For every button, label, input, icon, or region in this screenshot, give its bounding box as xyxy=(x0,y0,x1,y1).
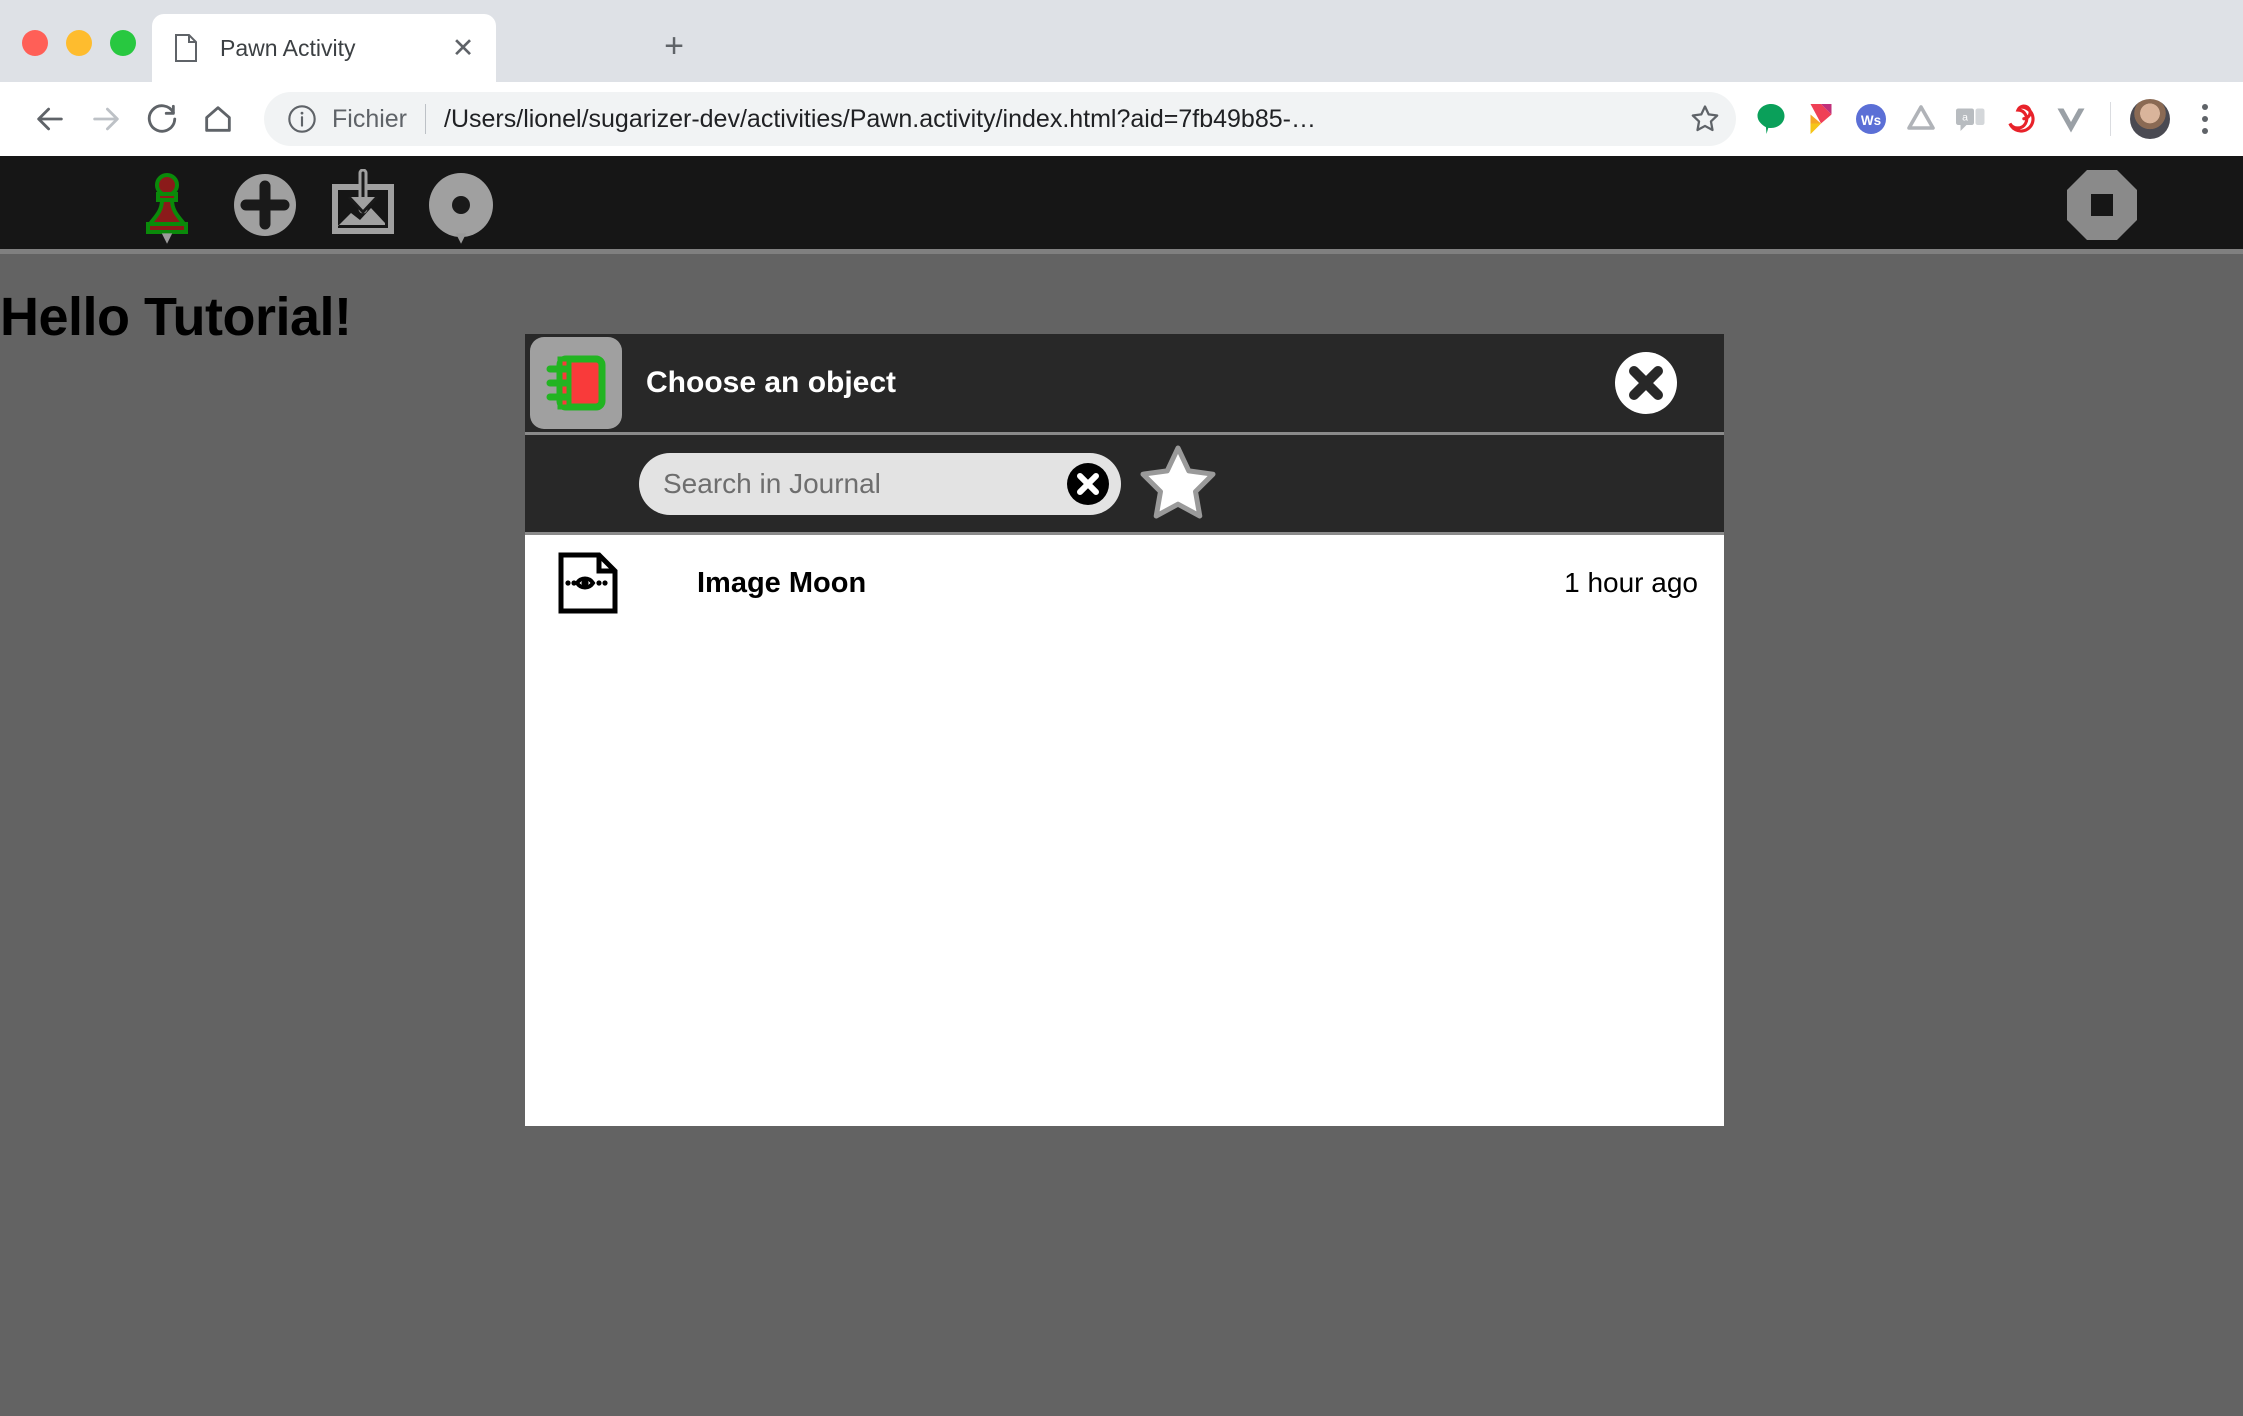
red-spiral-extension-icon[interactable] xyxy=(1996,94,2046,144)
sugar-activity-toolbar: ▾ ▾ xyxy=(0,156,2243,254)
add-item-icon[interactable] xyxy=(216,156,314,254)
journal-icon xyxy=(530,337,622,429)
browser-tab-title: Pawn Activity xyxy=(220,34,356,61)
pocket-extension-icon[interactable] xyxy=(1796,94,1846,144)
dialog-search-bar xyxy=(525,435,1724,535)
window-traffic-lights xyxy=(22,30,136,56)
activity-canvas: Hello Tutorial! Choose an object Search … xyxy=(0,254,2243,1416)
object-timestamp: 1 hour ago xyxy=(1564,567,1698,598)
tab-close-icon[interactable]: ✕ xyxy=(446,31,480,65)
grammar-chat-extension-icon[interactable]: a xyxy=(1946,94,1996,144)
wikiwand-extension-icon[interactable]: Ws xyxy=(1846,94,1896,144)
search-field-wrapper[interactable] xyxy=(639,452,1121,515)
google-drive-extension-icon[interactable] xyxy=(1896,94,1946,144)
green-balloon-extension-icon[interactable] xyxy=(1746,94,1796,144)
reload-icon[interactable] xyxy=(134,91,190,147)
browser-tab-bar: Pawn Activity ✕ + xyxy=(0,0,2243,82)
new-tab-button[interactable]: + xyxy=(652,24,696,68)
chevron-down-icon[interactable]: ▾ xyxy=(162,227,173,248)
extension-icons: Ws a xyxy=(1746,94,2225,144)
window-close-button[interactable] xyxy=(22,30,48,56)
table-row[interactable]: Image Moon 1 hour ago xyxy=(525,535,1724,631)
info-circle-icon[interactable] xyxy=(286,103,318,135)
address-scheme-label: Fichier xyxy=(332,104,408,133)
three-dots-menu-icon[interactable] xyxy=(2185,94,2225,144)
home-icon[interactable] xyxy=(190,91,246,147)
address-bar[interactable]: Fichier /Users/lionel/sugarizer-dev/acti… xyxy=(264,92,1736,146)
browser-tab[interactable]: Pawn Activity ✕ xyxy=(152,14,496,82)
browser-navigation-toolbar: Fichier /Users/lionel/sugarizer-dev/acti… xyxy=(0,82,2243,156)
svg-text:Ws: Ws xyxy=(1861,113,1881,128)
forward-icon[interactable] xyxy=(78,91,134,147)
address-url-text[interactable]: /Users/lionel/sugarizer-dev/activities/P… xyxy=(444,105,1680,134)
window-minimize-button[interactable] xyxy=(66,30,92,56)
dialog-header: Choose an object xyxy=(525,334,1724,435)
svg-text:a: a xyxy=(1962,112,1968,124)
choose-object-dialog: Choose an object Search in Journal Image… xyxy=(525,334,1724,1126)
page-title: Hello Tutorial! xyxy=(0,287,352,347)
stop-activity-icon[interactable] xyxy=(2053,156,2151,254)
image-viewer-document-icon xyxy=(555,551,627,615)
star-outline-icon[interactable] xyxy=(1688,102,1722,136)
clear-search-icon[interactable] xyxy=(1065,461,1111,507)
close-icon[interactable] xyxy=(1612,349,1680,417)
search-input[interactable] xyxy=(663,467,1065,500)
chevron-down-icon[interactable]: ▾ xyxy=(456,227,467,248)
page-icon xyxy=(174,34,198,62)
address-divider xyxy=(425,104,427,134)
window-maximize-button[interactable] xyxy=(110,30,136,56)
journal-object-list: Image Moon 1 hour ago xyxy=(525,535,1724,1126)
avatar[interactable] xyxy=(2125,94,2175,144)
insert-image-icon[interactable] xyxy=(314,156,412,254)
vue-devtools-extension-icon[interactable] xyxy=(2046,94,2096,144)
toolbar-divider xyxy=(2110,102,2111,136)
back-icon[interactable] xyxy=(22,91,78,147)
object-title: Image Moon xyxy=(697,566,867,599)
favorite-star-icon[interactable] xyxy=(1137,443,1219,525)
record-icon[interactable]: ▾ xyxy=(412,156,510,254)
activity-pawn-icon[interactable]: ▾ xyxy=(118,156,216,254)
dialog-title: Choose an object xyxy=(646,366,897,399)
